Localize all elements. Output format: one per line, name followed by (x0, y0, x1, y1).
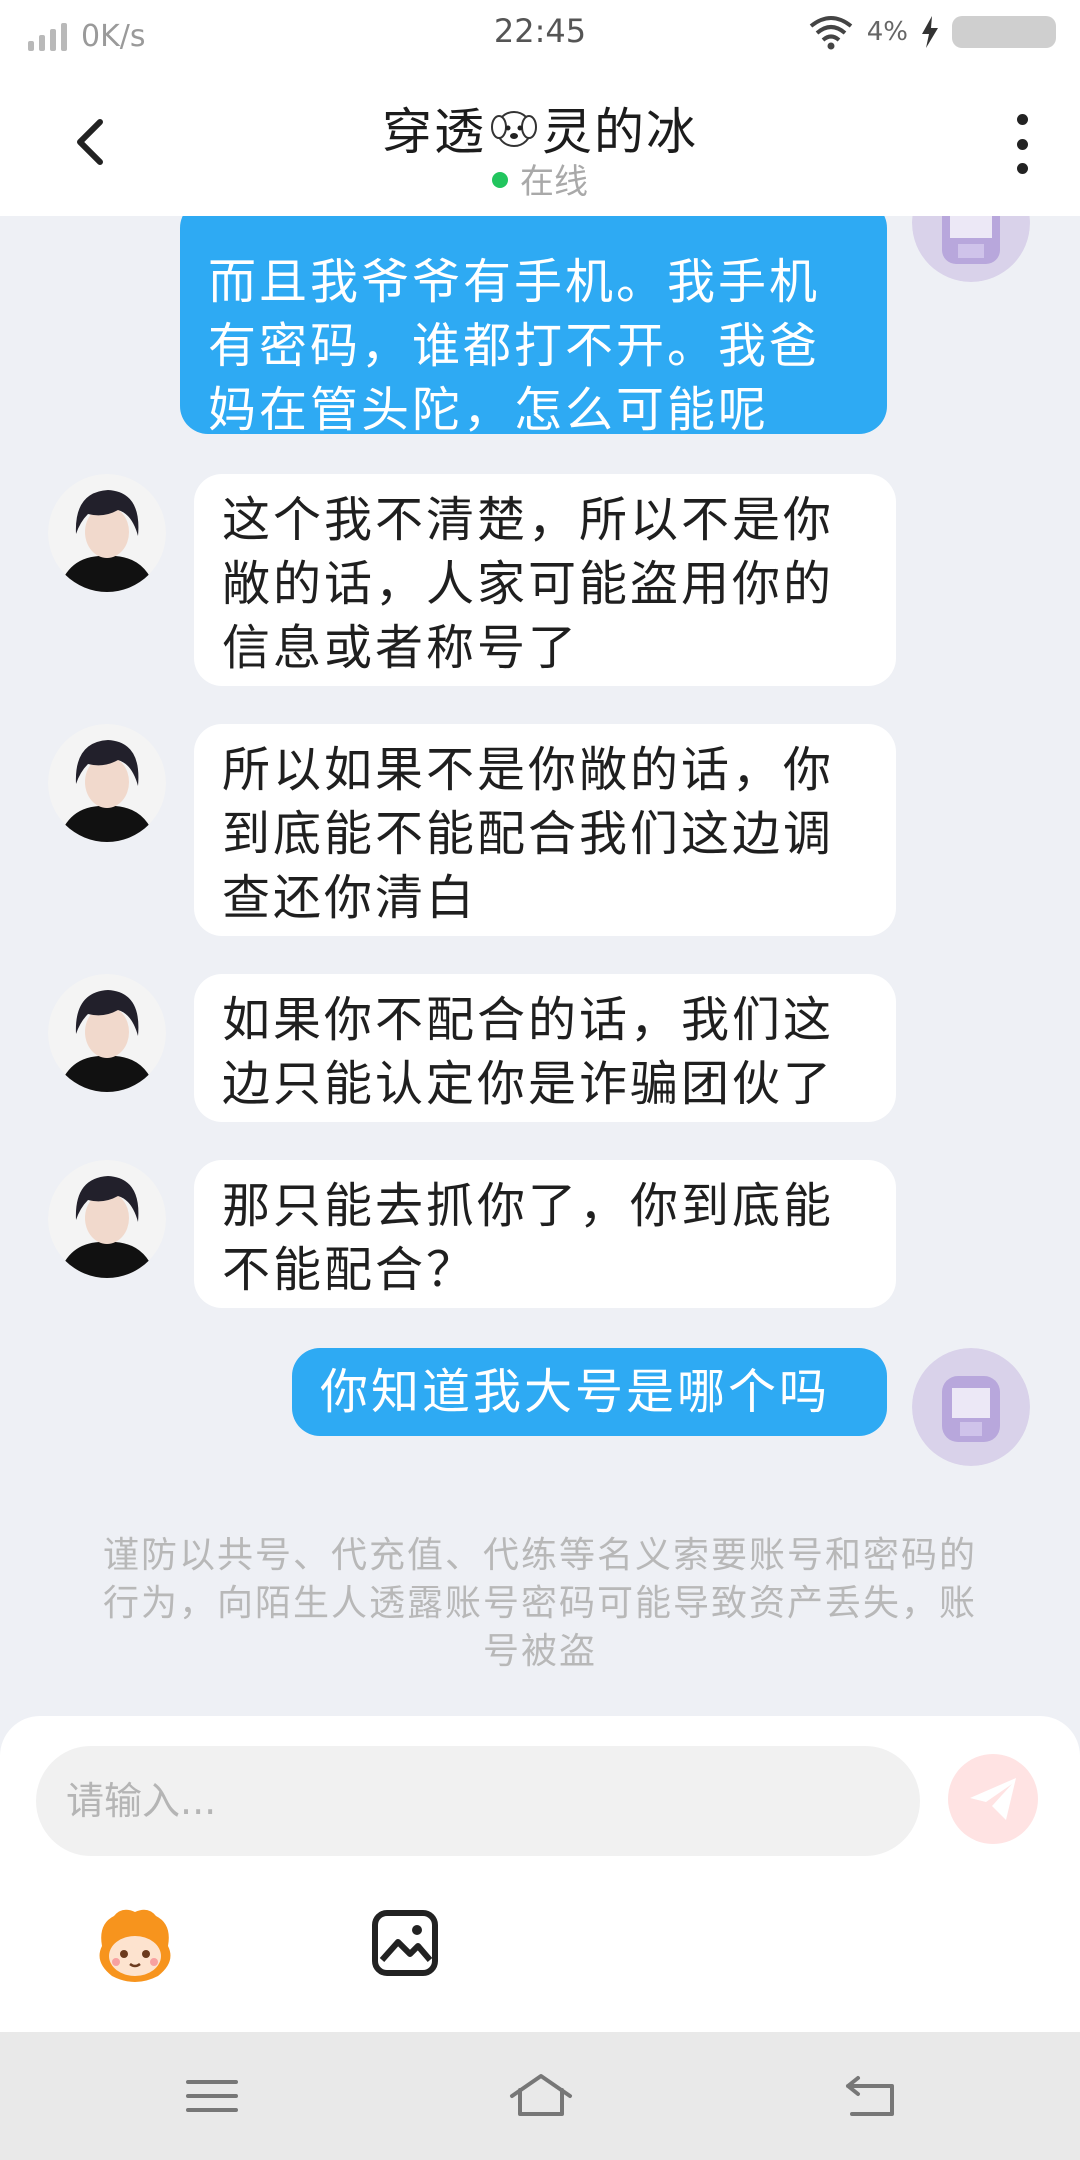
security-notice: 谨防以共号、代充值、代练等名义索要账号和密码的行为，向陌生人透露账号密码可能导致… (102, 1535, 977, 1672)
charging-icon (922, 16, 938, 48)
battery-percent: 4% (866, 17, 908, 47)
emoji-button[interactable] (92, 1906, 178, 1986)
message-bubble-received[interactable]: 那只能去抓你了，你到底能不能配合？ (194, 1160, 896, 1308)
my-avatar[interactable] (912, 1348, 1030, 1466)
image-icon (372, 1910, 438, 1976)
message-text: 如果你不配合的话，我们这边只能认定你是诈骗团伙了 (222, 992, 835, 1112)
my-avatar[interactable] (912, 216, 1030, 282)
dog-emoji-icon (491, 111, 537, 147)
online-dot-icon (492, 171, 508, 188)
battery-icon (952, 16, 1056, 48)
message-text: 而且我爷爷有手机。我手机有密码，谁都打不开。我爸妈在管头陀，怎么可能呢 (208, 254, 821, 438)
image-button[interactable] (370, 1908, 440, 1978)
message-text: 那只能去抓你了，你到底能不能配合？ (222, 1178, 835, 1298)
input-panel (0, 1716, 1080, 2032)
wifi-icon (809, 16, 852, 50)
contact-avatar[interactable] (48, 1160, 166, 1278)
message-text: 这个我不清楚，所以不是你敞的话，人家可能盗用你的信息或者称号了 (222, 492, 835, 676)
message-text: 所以如果不是你敞的话，你到底能不能配合我们这边调查还你清白 (222, 742, 835, 926)
message-bubble-received[interactable]: 这个我不清楚，所以不是你敞的话，人家可能盗用你的信息或者称号了 (194, 474, 896, 686)
menu-icon[interactable] (182, 2068, 242, 2124)
send-button[interactable] (948, 1754, 1038, 1844)
chat-messages: 而且我爷爷有手机。我手机有密码，谁都打不开。我爸妈在管头陀，怎么可能呢 这个我不… (0, 216, 1080, 1716)
emoji-mascot-icon (99, 1909, 171, 1982)
system-nav-bar (0, 2032, 1080, 2160)
message-input[interactable] (36, 1746, 920, 1856)
online-label: 在线 (520, 162, 588, 202)
send-icon (970, 1778, 1016, 1820)
more-options-icon[interactable] (1012, 114, 1032, 174)
message-bubble-received[interactable]: 所以如果不是你敞的话，你到底能不能配合我们这边调查还你清白 (194, 724, 896, 936)
contact-avatar[interactable] (48, 474, 166, 592)
chat-title-part2: 灵的冰 (542, 103, 698, 161)
contact-avatar[interactable] (48, 974, 166, 1092)
message-text: 你知道我大号是哪个吗 (320, 1364, 831, 1420)
online-status: 在线 (0, 154, 1080, 203)
chat-title-part1: 穿透 (382, 103, 486, 161)
home-icon[interactable] (506, 2068, 576, 2124)
back-nav-icon[interactable] (840, 2068, 900, 2124)
status-bar: 0K/s 22:45 4% (0, 0, 1080, 70)
status-right: 4% (807, 14, 1056, 50)
contact-avatar[interactable] (48, 724, 166, 842)
chat-header: 穿透 灵的冰 在线 (0, 70, 1080, 216)
message-bubble-received[interactable]: 如果你不配合的话，我们这边只能认定你是诈骗团伙了 (194, 974, 896, 1122)
message-bubble-sent[interactable]: 你知道我大号是哪个吗 (292, 1348, 887, 1436)
message-bubble-sent[interactable]: 而且我爷爷有手机。我手机有密码，谁都打不开。我爸妈在管头陀，怎么可能呢 (180, 216, 887, 438)
